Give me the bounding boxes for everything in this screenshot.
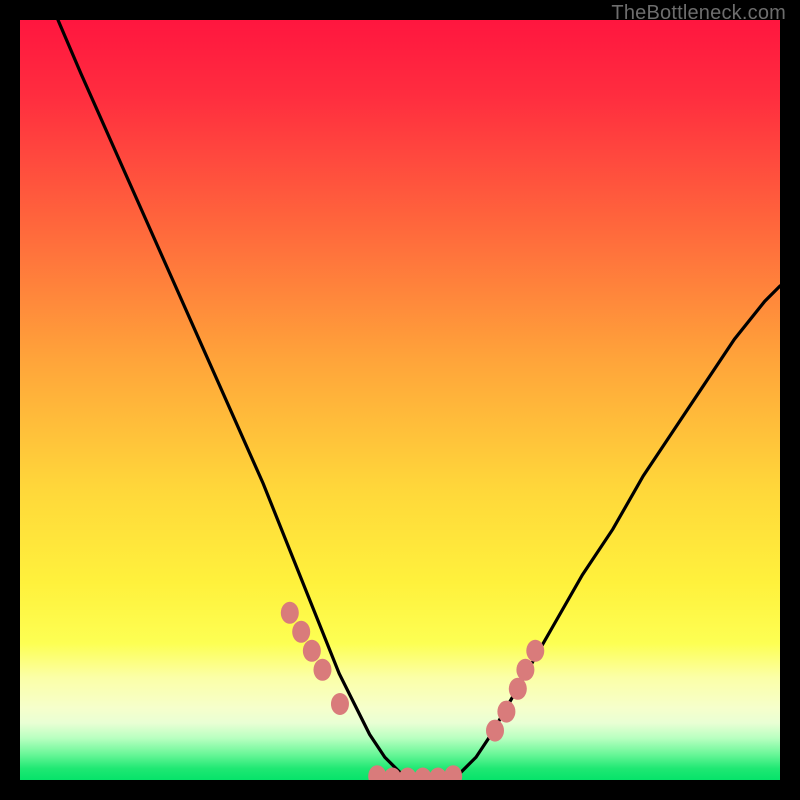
marker-dot bbox=[516, 659, 534, 681]
marker-dot bbox=[526, 640, 544, 662]
marker-dot bbox=[292, 621, 310, 643]
marker-dot bbox=[509, 678, 527, 700]
marker-dot bbox=[303, 640, 321, 662]
chart-background bbox=[20, 20, 780, 780]
marker-dot bbox=[313, 659, 331, 681]
marker-dot bbox=[331, 693, 349, 715]
marker-dot bbox=[497, 701, 515, 723]
watermark-text: TheBottleneck.com bbox=[611, 2, 786, 25]
bottleneck-chart bbox=[20, 20, 780, 780]
marker-dot bbox=[486, 720, 504, 742]
chart-frame: TheBottleneck.com bbox=[0, 0, 800, 800]
marker-dot bbox=[281, 602, 299, 624]
